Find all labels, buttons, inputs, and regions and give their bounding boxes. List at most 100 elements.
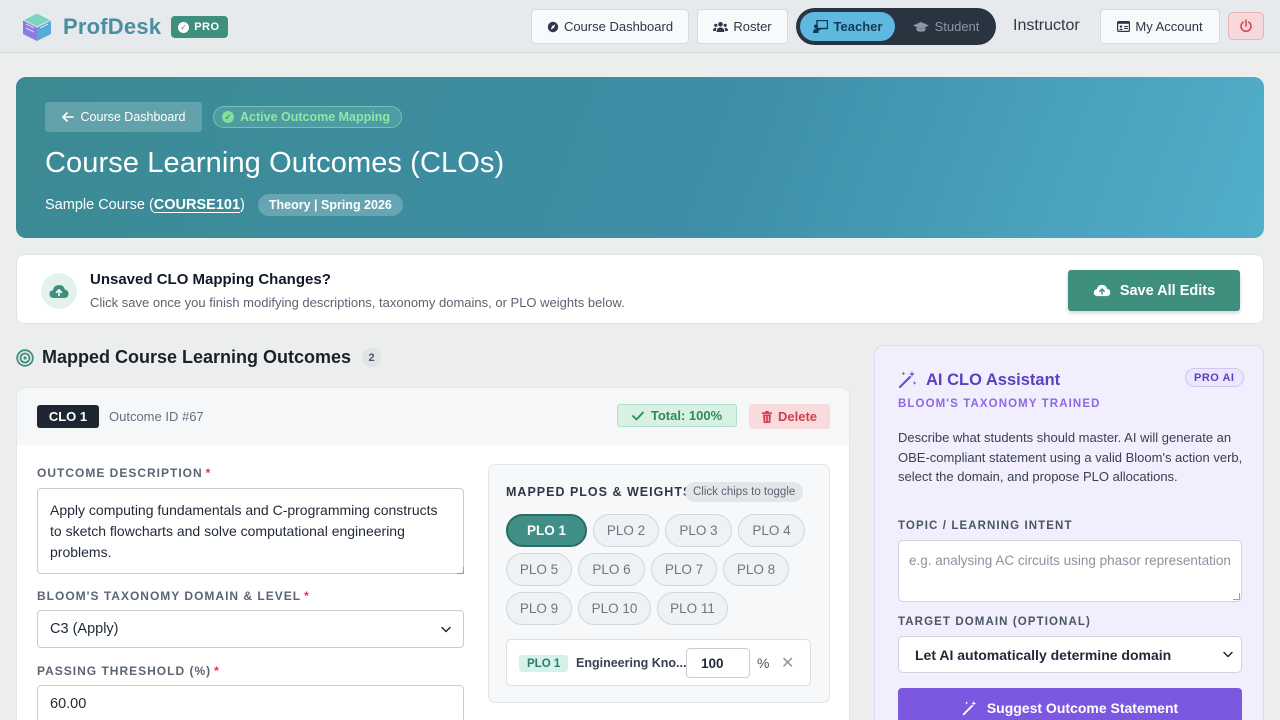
resize-handle-icon[interactable]	[457, 567, 464, 574]
plo-chip-4[interactable]: PLO 4	[738, 514, 805, 547]
course-suffix: )	[240, 197, 245, 213]
hero-banner: Course Dashboard ✓ Active Outcome Mappin…	[16, 77, 1264, 238]
plo-chip-3[interactable]: PLO 3	[665, 514, 732, 547]
resize-handle-icon[interactable]	[1233, 593, 1240, 600]
plo-chip-10[interactable]: PLO 10	[578, 592, 651, 625]
bloom-label: BLOOM'S TAXONOMY DOMAIN & LEVEL *	[37, 589, 310, 603]
section-title: Mapped Course Learning Outcomes	[42, 347, 352, 367]
arrow-left-icon	[61, 112, 74, 122]
cube-logo-icon	[22, 12, 52, 41]
status-label: Active Outcome Mapping	[240, 110, 391, 124]
check-circle-icon: ✓	[222, 111, 234, 123]
threshold-label-text: PASSING THRESHOLD (%)	[37, 664, 212, 678]
roster-label: Roster	[733, 19, 772, 34]
power-icon	[1240, 19, 1252, 33]
ai-assistant-panel: AI CLO Assistant PRO AI BLOOM'S TAXONOMY…	[874, 345, 1264, 720]
plo-chip-label: PLO 11	[670, 601, 715, 616]
chevron-down-icon	[441, 626, 451, 632]
bloom-label-text: BLOOM'S TAXONOMY DOMAIN & LEVEL	[37, 589, 302, 603]
plo-chip-1[interactable]: PLO 1	[506, 514, 587, 547]
required-mark: *	[214, 664, 220, 678]
plo-chip-7[interactable]: PLO 7	[651, 553, 717, 586]
target-domain-select[interactable]: Let AI automatically determine domain	[898, 636, 1242, 673]
suggest-label: Suggest Outcome Statement	[986, 700, 1179, 716]
role-label: Instructor	[1013, 17, 1080, 34]
teacher-label: Teacher	[833, 19, 883, 34]
student-label: Student	[934, 19, 980, 34]
roster-button[interactable]: Roster	[697, 9, 788, 44]
chalkboard-teacher-icon	[812, 20, 828, 33]
magic-wand-icon	[898, 371, 917, 389]
users-icon	[713, 21, 729, 32]
course-code-link[interactable]: COURSE101	[154, 197, 240, 213]
status-badge: ✓ Active Outcome Mapping	[213, 106, 403, 128]
outcome-description-textarea[interactable]: Apply computing fundamentals and C-progr…	[37, 488, 464, 574]
delete-label: Delete	[777, 409, 818, 424]
passing-threshold-input[interactable]: 60.00	[37, 685, 464, 720]
trash-icon	[761, 410, 772, 423]
plo-chip-label: PLO 5	[519, 562, 559, 577]
top-navbar: ProfDesk ✓ PRO Course Dashboard Roster T…	[0, 0, 1280, 53]
plo-chip-label: PLO 8	[736, 562, 776, 577]
course-prefix: Sample Course (	[45, 197, 154, 213]
my-account-button[interactable]: My Account	[1100, 9, 1220, 44]
course-dashboard-button[interactable]: Course Dashboard	[531, 9, 689, 44]
ai-panel-title: AI CLO Assistant	[926, 371, 1061, 389]
required-mark: *	[304, 589, 310, 603]
brand-name: ProfDesk	[63, 14, 162, 39]
chevron-down-icon	[1223, 651, 1233, 658]
plo-chip-label: PLO 1	[526, 523, 566, 538]
plo-weight-input[interactable]: 100	[686, 648, 750, 678]
plo-chip-label: PLO 3	[679, 523, 718, 538]
cloud-upload-icon	[1093, 284, 1111, 297]
plo-chip-5[interactable]: PLO 5	[506, 553, 572, 586]
clo-card-header: CLO 1 Outcome ID #67 Total: 100% Delete	[17, 388, 849, 445]
pro-badge-label: PRO	[194, 21, 220, 33]
plo-weight-name: Engineering Kno...	[576, 656, 687, 670]
target-icon	[16, 348, 34, 367]
section-heading: Mapped Course Learning Outcomes 2	[16, 347, 382, 368]
plo-weight-tag: PLO 1	[519, 655, 569, 672]
outcome-id: Outcome ID #67	[109, 409, 204, 424]
graduation-cap-icon	[912, 21, 929, 32]
required-mark: *	[205, 466, 212, 480]
unsaved-description: Click save once you finish modifying des…	[90, 295, 625, 310]
plo-chip-label: PLO 2	[606, 523, 646, 538]
pro-badge: ✓ PRO	[171, 16, 228, 38]
teacher-toggle[interactable]: Teacher	[800, 12, 895, 41]
save-all-label: Save All Edits	[1119, 282, 1216, 299]
delete-clo-button[interactable]: Delete	[749, 404, 830, 429]
description-label-text: OUTCOME DESCRIPTION	[37, 466, 203, 480]
total-label: Total: 100%	[650, 408, 723, 423]
plo-chip-label: PLO 6	[592, 562, 631, 577]
plo-chip-6[interactable]: PLO 6	[578, 553, 645, 586]
back-label: Course Dashboard	[80, 110, 186, 124]
logout-button[interactable]	[1228, 12, 1264, 40]
unsaved-title: Unsaved CLO Mapping Changes?	[90, 271, 331, 288]
bloom-level-value: C3 (Apply)	[50, 621, 119, 637]
plo-chip-11[interactable]: PLO 11	[657, 592, 728, 625]
brand-logo[interactable]: ProfDesk ✓ PRO	[20, 11, 228, 43]
topic-input[interactable]: e.g. analysing AC circuits using phasor …	[898, 540, 1242, 602]
threshold-label: PASSING THRESHOLD (%) *	[37, 664, 220, 678]
plo-chip-2[interactable]: PLO 2	[593, 514, 659, 547]
remove-plo-icon[interactable]: ✕	[781, 653, 794, 673]
save-all-edits-button[interactable]: Save All Edits	[1068, 270, 1240, 311]
term-badge: Theory | Spring 2026	[257, 194, 403, 216]
plo-chip-9[interactable]: PLO 9	[506, 592, 572, 625]
role-toggle: Teacher Student	[796, 8, 996, 45]
cloud-upload-icon	[41, 273, 77, 309]
suggest-outcome-button[interactable]: Suggest Outcome Statement	[898, 688, 1242, 720]
back-to-dashboard-button[interactable]: Course Dashboard	[45, 102, 202, 132]
bloom-level-select[interactable]: C3 (Apply)	[37, 610, 464, 648]
toggle-hint-badge: Click chips to toggle	[685, 482, 804, 502]
plo-mapping-panel: MAPPED PLOS & WEIGHTS Click chips to tog…	[488, 464, 830, 703]
clo-tag: CLO 1	[37, 405, 99, 428]
ai-panel-subtitle: BLOOM'S TAXONOMY TRAINED	[898, 398, 1101, 410]
compass-icon	[547, 21, 559, 32]
student-toggle[interactable]: Student	[901, 12, 991, 41]
plo-chip-label: PLO 9	[519, 601, 559, 616]
plo-chip-8[interactable]: PLO 8	[723, 553, 789, 586]
total-weight-badge: Total: 100%	[617, 404, 737, 427]
ai-panel-description: Describe what students should master. AI…	[898, 430, 1243, 484]
